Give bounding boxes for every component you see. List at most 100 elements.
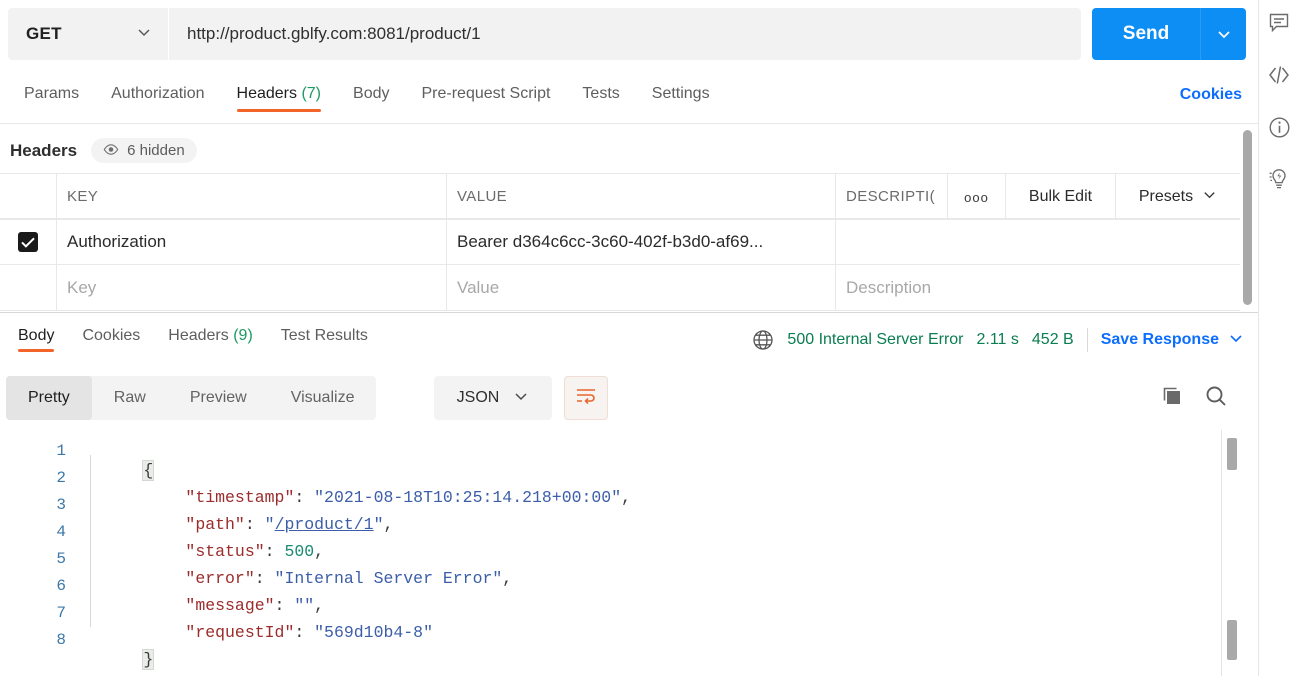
row-value-cell[interactable]: Bearer d364c6cc-3c60-402f-b3d0-af69... (447, 220, 836, 264)
col-key-label: KEY (67, 187, 99, 205)
response-body-code[interactable]: 1 2 3 4 5 6 7 8 { "timestamp": "2021-08-… (0, 430, 1216, 676)
col-value-label: VALUE (457, 187, 508, 205)
view-mode-pretty[interactable]: Pretty (6, 376, 92, 420)
wrap-lines-button[interactable] (564, 376, 608, 420)
wrap-lines-icon (575, 387, 597, 410)
row-key-cell[interactable]: Authorization (57, 220, 447, 264)
response-tab-headers[interactable]: Headers (9) (154, 318, 267, 345)
response-meta: 500 Internal Server Error 2.11 s 452 B S… (752, 328, 1244, 352)
chevron-down-icon (136, 24, 152, 45)
view-mode-raw[interactable]: Raw (92, 376, 168, 420)
copy-icon[interactable] (1160, 384, 1184, 408)
table-row: Authorization Bearer d364c6cc-3c60-402f-… (0, 219, 1240, 265)
row-description-cell[interactable] (836, 220, 1240, 264)
line-number: 3 (56, 496, 66, 514)
bulk-edit-button[interactable]: Bulk Edit (1005, 174, 1115, 220)
tab-label: Tests (582, 85, 620, 102)
tab-label: Headers (236, 85, 297, 102)
view-mode-preview[interactable]: Preview (168, 376, 269, 420)
tab-pre-request-script[interactable]: Pre-request Script (405, 76, 566, 103)
json-punct: , (621, 488, 632, 507)
tab-label: Test Results (280, 327, 368, 344)
tab-headers[interactable]: Headers (7) (221, 76, 338, 112)
new-row-checkbox-cell (0, 265, 57, 310)
tab-authorization[interactable]: Authorization (95, 76, 220, 103)
save-response-button[interactable]: Save Response (1101, 330, 1244, 351)
body-viewer-toolbar: Pretty Raw Preview Visualize JSON (0, 374, 1258, 422)
chevron-down-icon (1202, 187, 1217, 207)
body-scrollbar-thumb-top[interactable] (1227, 438, 1237, 470)
response-tab-body[interactable]: Body (4, 318, 68, 352)
body-tools (1160, 384, 1228, 408)
http-method-label: GET (26, 24, 62, 43)
chevron-down-icon (1228, 330, 1244, 351)
header-col-description: DESCRIPTI( (836, 174, 947, 218)
bolt-bulb-icon[interactable] (1266, 166, 1292, 192)
response-size[interactable]: 452 B (1032, 331, 1074, 349)
row-key-text: Authorization (67, 232, 167, 251)
url-input[interactable]: http://product.gblfy.com:8081/product/1 (169, 8, 1081, 60)
body-format-selector[interactable]: JSON (434, 376, 552, 420)
headers-title: Headers (10, 140, 78, 160)
table-row-empty: Key Value Description (0, 265, 1240, 311)
request-pane-divider (0, 312, 1258, 313)
json-punct: , (502, 569, 513, 588)
chevron-down-icon (513, 388, 529, 409)
header-col-value: VALUE (447, 174, 836, 218)
send-button[interactable]: Send (1092, 8, 1200, 60)
tab-label: Headers (168, 327, 229, 344)
tab-settings[interactable]: Settings (636, 76, 726, 103)
tab-count: (9) (233, 327, 253, 344)
header-col-key: KEY (57, 174, 447, 218)
more-actions-button[interactable]: ooo (947, 174, 1005, 220)
line-number: 2 (56, 469, 66, 487)
tab-label: Settings (651, 85, 710, 102)
response-tab-test-results[interactable]: Test Results (267, 318, 382, 345)
send-options-caret[interactable] (1200, 8, 1246, 60)
new-row-description-placeholder: Description (846, 277, 932, 297)
json-punct: : (294, 623, 315, 642)
info-icon[interactable] (1266, 114, 1292, 140)
presets-button[interactable]: Presets (1115, 174, 1240, 220)
tab-body[interactable]: Body (337, 76, 405, 103)
code-icon[interactable] (1266, 62, 1292, 88)
json-punct: , (383, 515, 394, 534)
request-tab-strip: Params Authorization Headers (7) Body Pr… (0, 76, 1258, 123)
tab-count: (7) (301, 85, 322, 102)
col-description-label: DESCRIPTI( (846, 187, 936, 205)
new-row-key-input[interactable]: Key (57, 265, 447, 310)
eye-icon (103, 142, 119, 159)
headers-table-actions: ooo Bulk Edit Presets (947, 174, 1240, 220)
new-row-value-input[interactable]: Value (447, 265, 836, 310)
tab-label: Cookies (82, 327, 141, 344)
new-row-description-input[interactable]: Description (836, 265, 1240, 310)
tab-label: Body (18, 327, 55, 344)
line-number: 8 (56, 631, 66, 649)
code-line-8: } (84, 631, 155, 676)
right-sidebar-rail (1258, 0, 1299, 676)
send-button-group[interactable]: Send (1092, 8, 1246, 60)
response-tab-cookies[interactable]: Cookies (68, 318, 154, 345)
headers-title-row: Headers 6 hidden (0, 128, 1258, 173)
tab-tests[interactable]: Tests (566, 76, 635, 103)
http-method-selector[interactable]: GET (8, 8, 168, 60)
globe-icon (752, 329, 774, 351)
cookies-link[interactable]: Cookies (1180, 86, 1242, 104)
hidden-headers-label: 6 hidden (127, 142, 185, 159)
body-format-label: JSON (456, 389, 500, 406)
line-number: 5 (56, 550, 66, 568)
search-icon[interactable] (1204, 384, 1228, 408)
line-number: 1 (56, 442, 66, 460)
hidden-headers-toggle[interactable]: 6 hidden (91, 138, 197, 163)
tab-label: Authorization (111, 85, 205, 102)
comment-icon[interactable] (1266, 10, 1292, 36)
row-checkbox[interactable] (18, 232, 38, 252)
tab-params[interactable]: Params (8, 76, 95, 103)
status-badge[interactable]: 500 Internal Server Error (787, 331, 963, 349)
request-tabs: Params Authorization Headers (7) Body Pr… (0, 76, 1258, 124)
headers-table: KEY VALUE DESCRIPTI( ooo Bulk Edit Prese… (0, 173, 1240, 311)
response-time[interactable]: 2.11 s (977, 331, 1019, 349)
view-mode-visualize[interactable]: Visualize (269, 376, 377, 420)
body-scrollbar-thumb-bottom[interactable] (1227, 620, 1237, 660)
request-pane-scrollbar[interactable] (1243, 130, 1252, 305)
